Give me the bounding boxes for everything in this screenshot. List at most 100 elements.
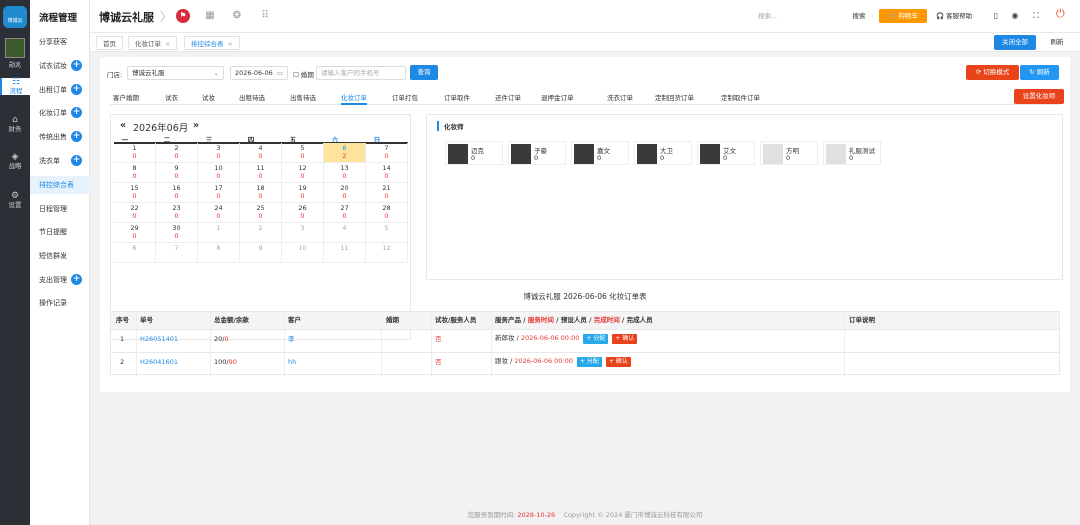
- calendar-day[interactable]: 12: [366, 243, 408, 263]
- subtab[interactable]: 试衣: [165, 92, 178, 105]
- calendar-day[interactable]: 9: [240, 243, 282, 263]
- calendar-day[interactable]: 40: [240, 143, 282, 163]
- calendar-day[interactable]: 26 0: [282, 203, 324, 223]
- calendar-day[interactable]: 62: [324, 143, 366, 163]
- menu-item[interactable]: 排控综合表: [30, 176, 90, 194]
- calendar-day[interactable]: 10: [114, 143, 156, 163]
- tab-home[interactable]: 首页: [96, 36, 123, 50]
- calendar-day[interactable]: 90: [156, 163, 198, 183]
- calendar-day[interactable]: 20 0: [324, 183, 366, 203]
- refresh-button[interactable]: ↻ 刷新: [1020, 65, 1059, 80]
- wedding-checkbox[interactable]: ☐ 婚期: [293, 69, 314, 79]
- calendar-day[interactable]: 28 0: [366, 203, 408, 223]
- menu-item[interactable]: 分享获客: [30, 33, 90, 51]
- power-icon[interactable]: ⏻: [1056, 7, 1065, 21]
- calendar-day[interactable]: 16 0: [156, 183, 198, 203]
- calendar-day[interactable]: 70: [366, 143, 408, 163]
- app-icon[interactable]: ⚑: [176, 9, 190, 23]
- next-month-button[interactable]: »: [193, 120, 199, 131]
- assign-button[interactable]: + 分配: [583, 334, 609, 344]
- subtab[interactable]: 试妆: [202, 92, 215, 105]
- tab-makeup-orders[interactable]: 化妆订单 ×: [128, 36, 178, 50]
- add-icon[interactable]: +: [71, 274, 82, 285]
- rail-item-finance[interactable]: ⌂ 财务: [0, 116, 30, 134]
- menu-item[interactable]: 化妆订单 +: [30, 104, 90, 122]
- subtab[interactable]: 出售待选: [290, 92, 316, 105]
- calendar-day[interactable]: 3: [282, 223, 324, 243]
- confirm-button[interactable]: + 确认: [605, 357, 631, 367]
- menu-item[interactable]: 日程管理: [30, 200, 90, 218]
- stylist-card[interactable]: 艾文 0: [697, 141, 755, 165]
- subtab[interactable]: 订单打包: [392, 92, 418, 105]
- calendar-day[interactable]: 23 0: [156, 203, 198, 223]
- calendar-day[interactable]: 27 0: [324, 203, 366, 223]
- subtab[interactable]: 订单取件: [444, 92, 470, 105]
- tab-schedule-table[interactable]: 排控综合表 ×: [184, 36, 240, 50]
- add-icon[interactable]: +: [71, 155, 82, 166]
- user-avatar[interactable]: [5, 38, 25, 58]
- target-icon[interactable]: ◉: [1009, 9, 1021, 23]
- help-button[interactable]: 🎧 客服帮助: [936, 9, 972, 23]
- picture-icon[interactable]: ▦: [203, 9, 217, 23]
- subtab[interactable]: 定制取件订单: [721, 92, 760, 105]
- calendar-day[interactable]: 8: [198, 243, 240, 263]
- search-input[interactable]: 搜索...: [758, 10, 838, 23]
- calendar-day[interactable]: 17 0: [198, 183, 240, 203]
- refresh-tab-button[interactable]: 刷新: [1042, 35, 1072, 50]
- stylist-card[interactable]: 礼服测试 0: [823, 141, 881, 165]
- calendar-day[interactable]: 80: [114, 163, 156, 183]
- calendar-day[interactable]: 19 0: [282, 183, 324, 203]
- cart-button[interactable]: 🛒 购物车: [879, 9, 927, 23]
- calendar-day[interactable]: 30: [198, 143, 240, 163]
- calendar-day[interactable]: 6: [114, 243, 156, 263]
- store-select[interactable]: 博诚云礼服 ⌄: [127, 66, 224, 80]
- calendar-day[interactable]: 10 0: [198, 163, 240, 183]
- calendar-day[interactable]: 14 0: [366, 163, 408, 183]
- menu-item[interactable]: 出租订单 +: [30, 81, 90, 99]
- stylist-card[interactable]: 子豪 0: [508, 141, 566, 165]
- calendar-day[interactable]: 5: [366, 223, 408, 243]
- subtab[interactable]: 还件订单: [495, 92, 521, 105]
- calendar-day[interactable]: 18 0: [240, 183, 282, 203]
- stylist-card[interactable]: 嘉文 0: [571, 141, 629, 165]
- menu-item[interactable]: 洗衣单 +: [30, 152, 90, 170]
- query-button[interactable]: 查询: [410, 65, 438, 80]
- switch-mode-button[interactable]: ⟳ 切换模式: [966, 65, 1019, 80]
- add-icon[interactable]: +: [71, 107, 82, 118]
- stylist-card[interactable]: 方明 0: [760, 141, 818, 165]
- add-icon[interactable]: +: [71, 60, 82, 71]
- calendar-day[interactable]: 4: [324, 223, 366, 243]
- menu-item[interactable]: 短信群发: [30, 247, 90, 265]
- calendar-day[interactable]: 12 0: [282, 163, 324, 183]
- calendar-day[interactable]: 10: [282, 243, 324, 263]
- calendar-day[interactable]: 13 0: [324, 163, 366, 183]
- calendar-day[interactable]: 11: [324, 243, 366, 263]
- prev-month-button[interactable]: «: [120, 120, 126, 131]
- calendar-day[interactable]: 11 0: [240, 163, 282, 183]
- close-icon[interactable]: ×: [228, 40, 233, 48]
- mobile-icon[interactable]: ▯: [990, 9, 1002, 23]
- subtab[interactable]: 洗衣订单: [607, 92, 633, 105]
- cell-order-no[interactable]: H26051401: [140, 334, 178, 344]
- menu-item[interactable]: 支出管理 +: [30, 271, 90, 289]
- menu-item[interactable]: 试衣试妆 +: [30, 57, 90, 75]
- calendar-day[interactable]: 2: [240, 223, 282, 243]
- calendar-day[interactable]: 25 0: [240, 203, 282, 223]
- cell-customer[interactable]: 李: [288, 334, 295, 344]
- menu-item[interactable]: 操作记录: [30, 294, 90, 312]
- add-icon[interactable]: +: [71, 131, 82, 142]
- rail-item-settings[interactable]: ⚙ 设置: [0, 192, 30, 210]
- logo-icon[interactable]: 博诚云: [3, 6, 27, 28]
- add-icon[interactable]: +: [71, 84, 82, 95]
- grid-icon[interactable]: ⠿: [258, 9, 272, 23]
- cell-customer[interactable]: hh: [288, 357, 296, 367]
- phone-input[interactable]: 请输入客户的手机号: [316, 66, 406, 80]
- close-all-button[interactable]: 关闭全部: [994, 35, 1036, 50]
- menu-item[interactable]: 传统出售 +: [30, 128, 90, 146]
- calendar-day[interactable]: 7: [156, 243, 198, 263]
- rail-item-strategy[interactable]: ◈ 战略: [0, 153, 30, 171]
- subtab[interactable]: 出租待选: [239, 92, 265, 105]
- calendar-day[interactable]: 24 0: [198, 203, 240, 223]
- subtab[interactable]: 化妆订单: [341, 92, 367, 105]
- fullscreen-icon[interactable]: ⛶: [1030, 9, 1042, 23]
